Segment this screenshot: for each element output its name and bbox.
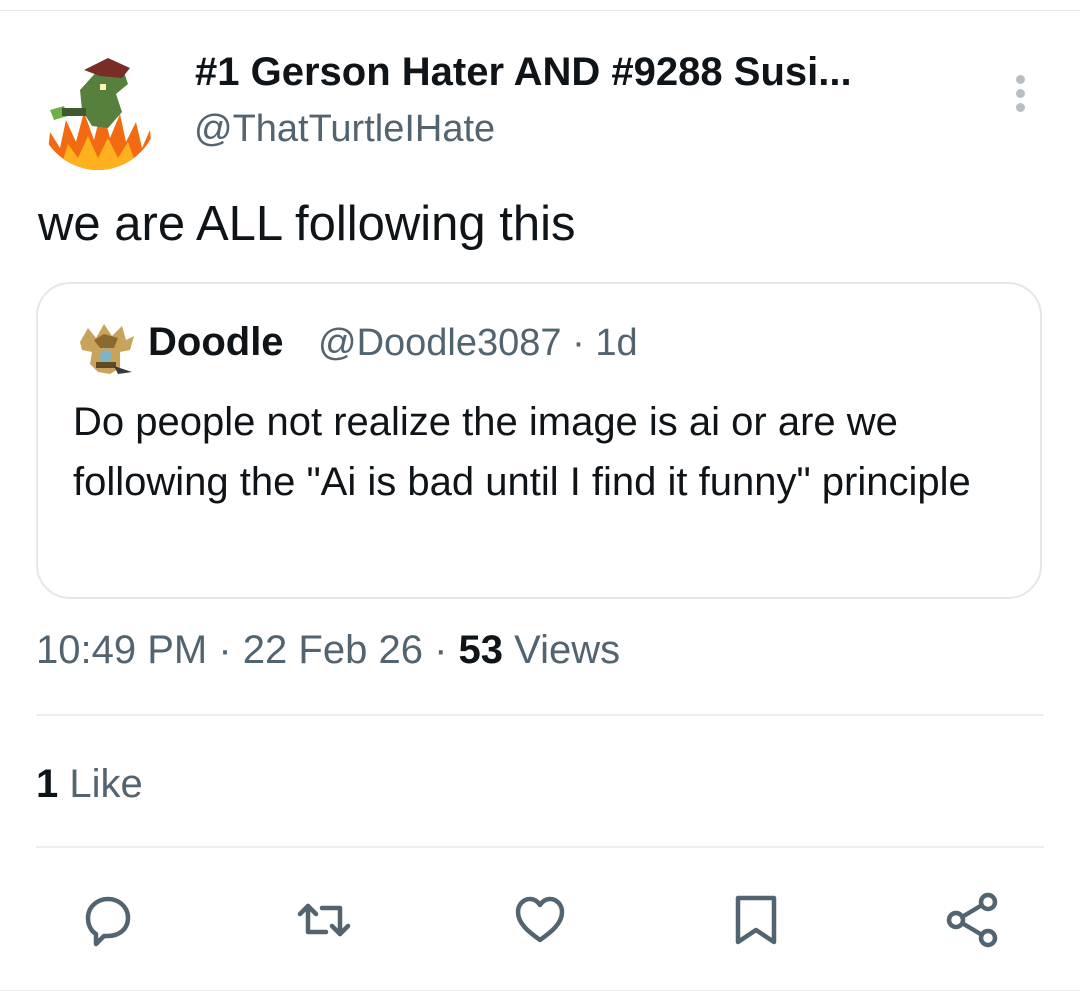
bookmark-button[interactable]	[726, 890, 786, 950]
author-avatar[interactable]	[38, 50, 158, 170]
quoted-author-avatar	[74, 322, 138, 376]
post-text: we are ALL following this	[38, 197, 576, 251]
like-button[interactable]	[510, 890, 570, 950]
quoted-age: 1d	[595, 322, 638, 364]
repost-icon	[297, 903, 351, 937]
quoted-separator: ·	[572, 322, 585, 364]
share-icon	[946, 892, 998, 948]
share-button[interactable]	[942, 890, 1002, 950]
quoted-author-handle: @Doodle3087	[318, 322, 562, 364]
likes-count: 1	[36, 762, 59, 806]
post-time[interactable]: 10:49 PM	[36, 628, 207, 672]
reply-button[interactable]	[78, 890, 138, 950]
reply-icon	[85, 896, 131, 947]
avatar-image	[38, 50, 158, 170]
author-name[interactable]: #1 Gerson Hater AND #9288 Susi...	[195, 50, 852, 95]
quoted-avatar-image	[80, 324, 134, 374]
likes-summary[interactable]: 1 Like	[36, 762, 143, 807]
quoted-post-card[interactable]: Doodle @Doodle3087 · 1d Do people not re…	[36, 282, 1042, 599]
author-handle[interactable]: @ThatTurtleIHate	[194, 108, 495, 151]
meta-separator: ·	[434, 628, 448, 672]
repost-button[interactable]	[294, 890, 354, 950]
views-count: 53	[458, 628, 504, 672]
likes-label: Like	[69, 762, 143, 806]
quoted-post-text: Do people not realize the image is ai or…	[73, 400, 971, 504]
quoted-author-name[interactable]: Doodle	[148, 320, 284, 365]
like-icon	[515, 896, 565, 943]
bottom-divider	[0, 990, 1080, 991]
meta-separator: ·	[218, 628, 232, 672]
bookmark-icon	[735, 895, 777, 945]
more-options-icon[interactable]	[1000, 70, 1040, 120]
post-date[interactable]: 22 Feb 26	[243, 628, 423, 672]
post-meta: 10:49 PM · 22 Feb 26 · 53 Views	[36, 628, 620, 673]
divider	[36, 846, 1044, 848]
top-divider	[0, 10, 1080, 11]
divider	[36, 714, 1044, 716]
quoted-author-meta[interactable]: @Doodle3087 · 1d	[318, 322, 638, 365]
views-label: Views	[514, 628, 621, 672]
